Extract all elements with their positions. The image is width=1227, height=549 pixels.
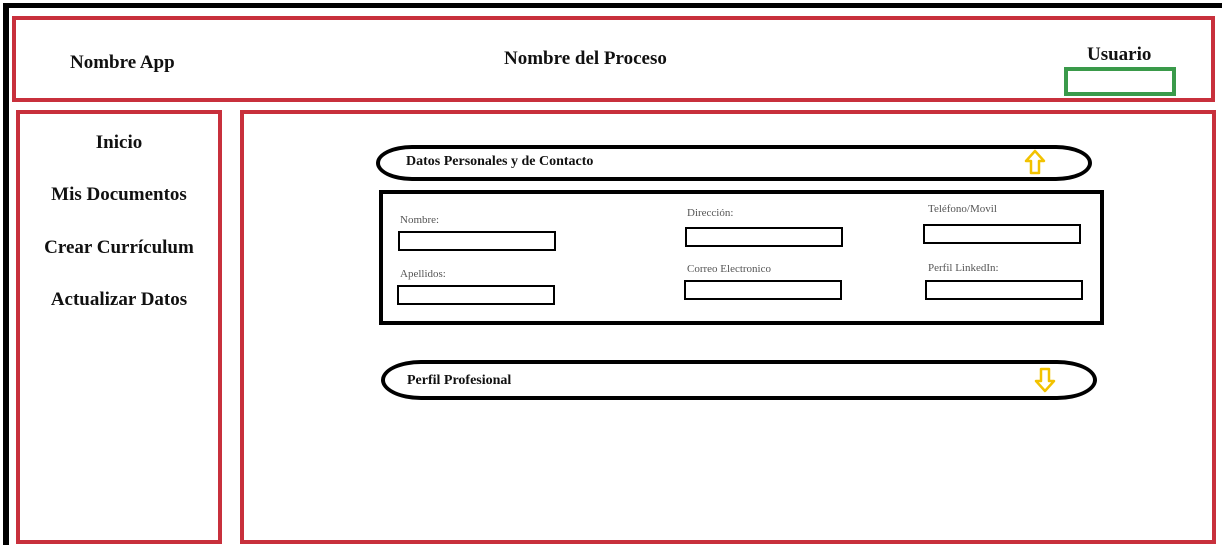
up-arrow-icon[interactable]: [1024, 149, 1046, 175]
correo-field[interactable]: [684, 280, 842, 300]
sidebar-item-crear-curriculum[interactable]: Crear Currículum: [16, 237, 222, 259]
sidebar-item-actualizar-datos[interactable]: Actualizar Datos: [16, 289, 222, 311]
sidebar-item-mis-documentos[interactable]: Mis Documentos: [16, 184, 222, 206]
sidebar: [16, 110, 222, 544]
down-arrow-icon[interactable]: [1034, 367, 1056, 393]
user-box[interactable]: [1064, 67, 1176, 96]
nombre-field[interactable]: [398, 231, 556, 251]
telefono-field[interactable]: [923, 224, 1081, 244]
telefono-label: Teléfono/Movil: [928, 203, 997, 215]
direccion-label: Dirección:: [687, 207, 734, 219]
correo-label: Correo Electronico: [687, 263, 771, 275]
linkedin-field[interactable]: [925, 280, 1083, 300]
app-name: Nombre App: [70, 52, 175, 73]
section-title-personal: Datos Personales y de Contacto: [406, 154, 594, 169]
user-label: Usuario: [1087, 44, 1152, 65]
nombre-label: Nombre:: [400, 214, 440, 226]
apellidos-label: Apellidos:: [400, 268, 446, 280]
section-title-professional: Perfil Profesional: [407, 373, 512, 388]
linkedin-label: Perfil LinkedIn:: [928, 262, 999, 274]
process-name: Nombre del Proceso: [504, 48, 667, 69]
apellidos-field[interactable]: [397, 285, 555, 305]
direccion-field[interactable]: [685, 227, 843, 247]
sidebar-item-inicio[interactable]: Inicio: [16, 132, 222, 154]
